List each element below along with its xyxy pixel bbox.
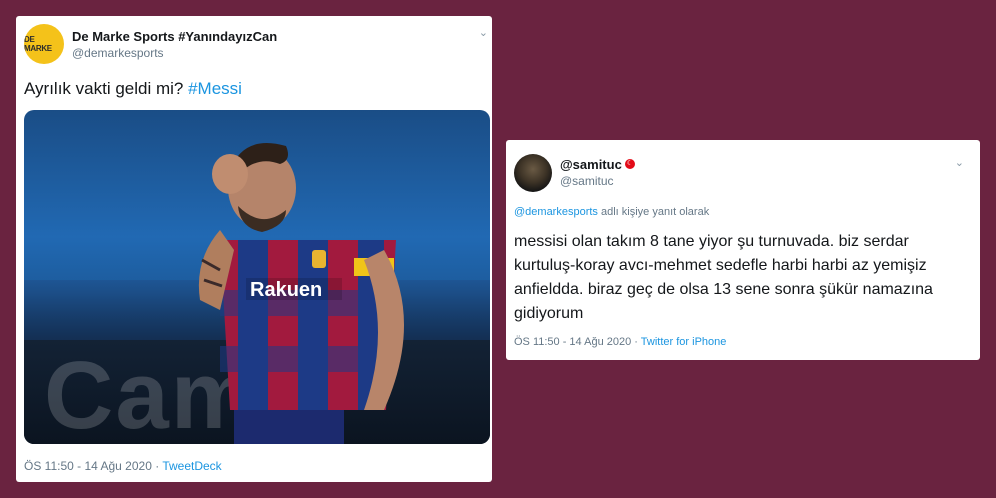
tweet-card-left: DE MARKE De Marke Sports #YanındayızCan … xyxy=(16,16,492,482)
avatar-demarkesports[interactable]: DE MARKE xyxy=(24,24,64,64)
chevron-down-icon[interactable]: ⌄ xyxy=(479,26,488,39)
reply-mention-link[interactable]: @demarkesports xyxy=(514,206,598,218)
chevron-down-icon[interactable]: ⌄ xyxy=(955,156,964,169)
user-handle[interactable]: @demarkesports xyxy=(72,46,164,60)
display-name[interactable]: @samituc xyxy=(560,157,622,172)
user-handle[interactable]: @samituc xyxy=(560,174,614,188)
tweet-body: Ayrılık vakti geldi mi? xyxy=(24,79,189,98)
tweet-photo[interactable]: Cam Rakuen xyxy=(24,110,490,444)
reply-suffix: adlı kişiye yanıt olarak xyxy=(597,206,710,218)
turkey-flag-icon: ☾ xyxy=(625,159,635,169)
tweet-text: Ayrılık vakti geldi mi? #Messi xyxy=(24,79,242,99)
timestamp[interactable]: ÖS 11:50 - 14 Ağu 2020 · xyxy=(24,459,162,473)
source-link[interactable]: Twitter for iPhone xyxy=(641,336,727,348)
tweet-card-right: @samituc ☾ @samituc ⌄ @demarkesports adl… xyxy=(506,140,980,360)
timestamp[interactable]: ÖS 11:50 - 14 Ağu 2020 · xyxy=(514,336,641,348)
avatar-samituc[interactable] xyxy=(514,154,552,192)
player-figure: Rakuen xyxy=(198,143,404,444)
reply-context: @demarkesports adlı kişiye yanıt olarak xyxy=(514,206,709,218)
display-name[interactable]: De Marke Sports #YanındayızCan xyxy=(72,29,277,44)
tweet-meta: ÖS 11:50 - 14 Ağu 2020 · TweetDeck xyxy=(24,459,222,473)
svg-text:Rakuen: Rakuen xyxy=(250,279,322,301)
avatar-logo-text: DE MARKE xyxy=(24,35,52,53)
tweet-text: messisi olan takım 8 tane yiyor şu turnu… xyxy=(514,233,933,322)
hashtag-link[interactable]: #Messi xyxy=(188,79,242,98)
tweet-meta: ÖS 11:50 - 14 Ağu 2020 · Twitter for iPh… xyxy=(514,336,726,348)
source-link[interactable]: TweetDeck xyxy=(162,459,221,473)
